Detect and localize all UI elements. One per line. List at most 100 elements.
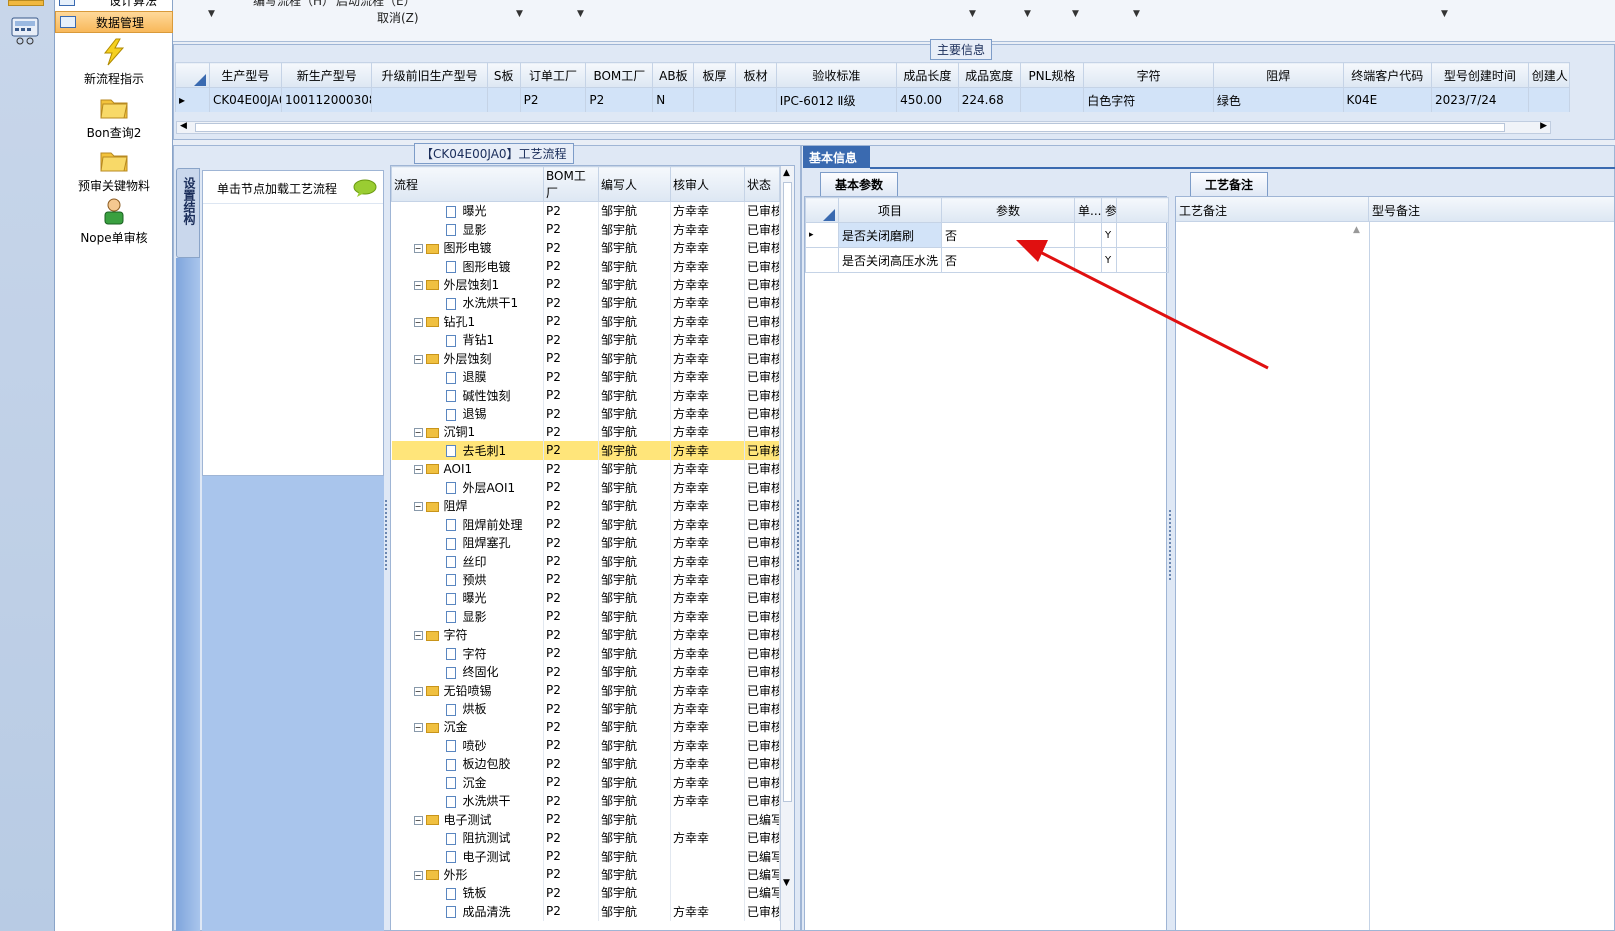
column-header[interactable]: 验收标准	[775, 62, 898, 88]
tree-row[interactable]: 烘板 P2 邹宇航 方幸幸 已审核	[391, 699, 780, 718]
vertical-scrollbar[interactable]: ▲ ▼	[780, 166, 794, 930]
tab-basic-params[interactable]: 基本参数	[820, 172, 899, 196]
tree-column-header[interactable]: 流程	[391, 166, 544, 202]
tree-node[interactable]: 阻焊前处理	[391, 514, 544, 534]
collapse-icon[interactable]: −	[413, 464, 423, 474]
column-header[interactable]: 成品宽度	[957, 62, 1021, 88]
column-header[interactable]: 订单工厂	[519, 62, 587, 88]
tree-row[interactable]: 水洗烘干1 P2 邹宇航 方幸幸 已审核	[391, 293, 780, 313]
scrollbar-thumb[interactable]	[195, 123, 1505, 132]
tree-node[interactable]: 喷砂	[391, 736, 544, 755]
column-header[interactable]: 型号创建时间	[1431, 62, 1529, 88]
table-cell[interactable]: IPC-6012 Ⅱ级	[775, 87, 898, 112]
toolbar-write-process[interactable]: 编写流程（H）	[253, 0, 334, 9]
tree-node[interactable]: 去毛刺1	[391, 441, 544, 460]
table-cell[interactable]: CK04E00JA0	[208, 87, 282, 112]
tree-row[interactable]: − 外形 P2 邹宇航 已编写	[391, 865, 780, 884]
tree-node[interactable]: − 阻焊	[391, 496, 544, 515]
table-cell[interactable]: 450.00	[896, 87, 959, 112]
tree-node[interactable]: − 无铅喷锡	[391, 680, 544, 700]
tree-row[interactable]: 阻焊前处理 P2 邹宇航 方幸幸 已审核	[391, 514, 780, 534]
tree-row[interactable]: 成品清洗 P2 邹宇航 方幸幸 已审核	[391, 902, 780, 921]
collapse-icon[interactable]: −	[413, 686, 423, 696]
tree-row[interactable]: 铣板 P2 邹宇航 已编写	[391, 883, 780, 903]
tree-row[interactable]: − 沉金 P2 邹宇航 方幸幸 已审核	[391, 717, 780, 737]
collapse-icon[interactable]: −	[413, 428, 423, 438]
table-cell[interactable]: N	[652, 87, 695, 112]
toolbar-cancel[interactable]: 取消(Z)	[377, 9, 419, 26]
collapse-icon[interactable]: −	[413, 723, 423, 733]
tree-row[interactable]: 退锡 P2 邹宇航 方幸幸 已审核	[391, 404, 780, 423]
tree-row[interactable]: 水洗烘干 P2 邹宇航 方幸幸 已审核	[391, 791, 780, 810]
dropdown-arrow-icon[interactable]: ▼	[577, 9, 584, 19]
collapse-icon[interactable]: −	[413, 631, 423, 641]
tree-node[interactable]: 图形电镀	[391, 256, 544, 276]
tree-node[interactable]: 背钻1	[391, 330, 544, 349]
dropdown-arrow-icon[interactable]: ▼	[969, 9, 976, 19]
table-cell[interactable]: 10011200030869	[280, 87, 373, 112]
tree-node[interactable]: − 图形电镀	[391, 238, 544, 257]
tree-node[interactable]: 曝光	[391, 588, 544, 608]
tree-column-header[interactable]: 状态	[744, 166, 780, 202]
tree-node[interactable]: 外层AOI1	[391, 478, 544, 497]
tree-row[interactable]: 显影 P2 邹宇航 方幸幸 已审核	[391, 607, 780, 626]
tree-row[interactable]: 去毛刺1 P2 邹宇航 方幸幸 已审核	[391, 441, 780, 460]
table-cell[interactable]	[1019, 87, 1085, 112]
collapse-icon[interactable]: −	[413, 280, 423, 290]
tree-row[interactable]: 字符 P2 邹宇航 方幸幸 已审核	[391, 644, 780, 663]
tree-row[interactable]: 退膜 P2 邹宇航 方幸幸 已审核	[391, 367, 780, 386]
tree-row[interactable]: 背钻1 P2 邹宇航 方幸幸 已审核	[391, 330, 780, 349]
table-cell[interactable]: 绿色	[1212, 87, 1344, 112]
column-header[interactable]: 终端客户代码	[1342, 62, 1433, 88]
tree-node[interactable]: 成品清洗	[391, 902, 544, 921]
table-cell[interactable]: P2	[519, 87, 587, 112]
tree-node[interactable]: 板边包胶	[391, 754, 544, 774]
tree-node[interactable]: 阻抗测试	[391, 828, 544, 847]
tree-node[interactable]: 丝印	[391, 551, 544, 571]
tree-row[interactable]: 外层AOI1 P2 邹宇航 方幸幸 已审核	[391, 478, 780, 497]
tree-node[interactable]: 显影	[391, 219, 544, 239]
tree-column-header[interactable]: BOM工厂	[543, 166, 599, 202]
toolbar-start-process[interactable]: 启动流程（E）	[336, 0, 416, 9]
column-header[interactable]: PNL规格	[1019, 62, 1085, 88]
column-header[interactable]: AB板	[652, 62, 695, 88]
tree-row[interactable]: − 外层蚀刻 P2 邹宇航 方幸幸 已审核	[391, 349, 780, 368]
table-cell[interactable]: 224.68	[957, 87, 1021, 112]
calculator-icon[interactable]	[10, 16, 42, 46]
tree-node[interactable]: − 外层蚀刻	[391, 349, 544, 368]
tree-row[interactable]: 电子测试 P2 邹宇航 已编写	[391, 846, 780, 866]
column-header[interactable]: 成品长度	[896, 62, 959, 88]
scrollbar-thumb[interactable]	[783, 182, 792, 802]
scroll-up-icon[interactable]: ▲	[1353, 225, 1360, 235]
column-header[interactable]: 升级前旧生产型号	[371, 62, 488, 88]
splitter-handle[interactable]	[797, 500, 801, 570]
tree-node[interactable]: 阻焊塞孔	[391, 533, 544, 552]
tree-row[interactable]: 曝光 P2 邹宇航 方幸幸 已审核	[391, 201, 780, 220]
tree-row[interactable]: 终固化 P2 邹宇航 方幸幸 已审核	[391, 662, 780, 681]
horizontal-scrollbar[interactable]: ◀ ▶	[176, 121, 1551, 134]
tree-node[interactable]: 退锡	[391, 404, 544, 423]
tree-column-header[interactable]: 编写人	[598, 166, 671, 202]
tree-row[interactable]: 板边包胶 P2 邹宇航 方幸幸 已审核	[391, 754, 780, 774]
tree-node[interactable]: 退膜	[391, 367, 544, 386]
tree-node[interactable]: 铣板	[391, 883, 544, 903]
tree-node[interactable]: − 钻孔1	[391, 312, 544, 331]
tree-node[interactable]: 沉金	[391, 773, 544, 792]
tree-row[interactable]: 曝光 P2 邹宇航 方幸幸 已审核	[391, 588, 780, 608]
tree-node[interactable]: 显影	[391, 607, 544, 626]
tree-node[interactable]: − 电子测试	[391, 809, 544, 829]
table-cell[interactable]: K04E	[1342, 87, 1433, 112]
tree-row[interactable]: − AOI1 P2 邹宇航 方幸幸 已审核	[391, 459, 780, 479]
tree-row[interactable]: 图形电镀 P2 邹宇航 方幸幸 已审核	[391, 256, 780, 276]
dropdown-arrow-icon[interactable]: ▼	[1024, 9, 1031, 19]
tree-row[interactable]: 预烘 P2 邹宇航 方幸幸 已审核	[391, 570, 780, 589]
tree-row[interactable]: 阻抗测试 P2 邹宇航 方幸幸 已审核	[391, 828, 780, 847]
column-header[interactable]: 单...	[1074, 197, 1102, 223]
tree-row[interactable]: − 电子测试 P2 邹宇航 已编写	[391, 809, 780, 829]
tree-node[interactable]: 电子测试	[391, 846, 544, 866]
tree-node[interactable]: − 外层蚀刻1	[391, 275, 544, 294]
row-selector[interactable]: ▸	[175, 87, 210, 112]
tree-column-header[interactable]: 核审人	[670, 166, 745, 202]
table-cell[interactable]: 白色字符	[1083, 87, 1214, 112]
tree-node[interactable]: 字符	[391, 644, 544, 663]
